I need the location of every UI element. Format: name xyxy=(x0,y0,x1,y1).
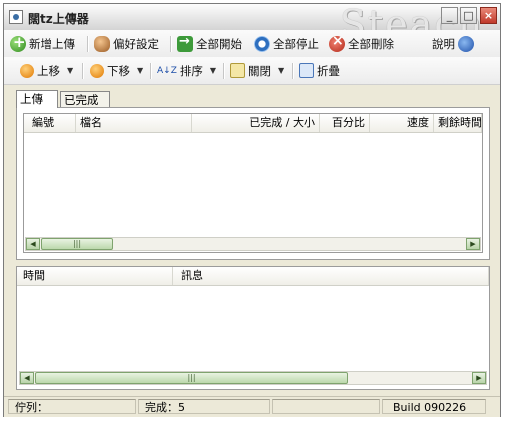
collapse-label: 折疊 xyxy=(317,63,340,78)
add-upload-button[interactable]: 新增上傳 xyxy=(10,33,75,53)
minimize-button[interactable]: _ xyxy=(441,7,458,24)
down-arrow-icon xyxy=(90,63,104,78)
tab-upload[interactable]: 上傳 xyxy=(16,90,58,108)
close-button[interactable]: × xyxy=(480,7,497,24)
upload-list-panel: 編號 檔名 已完成 / 大小 百分比 速度 剩餘時間 ◀ ||| ▶ xyxy=(16,107,490,260)
people-icon xyxy=(94,35,110,52)
title-bar: 闊tz上傳器 Steach _ □ × xyxy=(4,2,500,46)
app-window: 闊tz上傳器 Steach _ □ × 新增上傳 偏好設定 全部開始 全部停止 … xyxy=(3,2,501,417)
up-arrow-icon xyxy=(20,63,34,78)
dropdown-caret-icon: ▼ xyxy=(278,66,285,75)
scroll-thumb[interactable]: ||| xyxy=(35,372,348,384)
dropdown-caret-icon: ▼ xyxy=(137,66,144,75)
close-item-label: 關閉 xyxy=(248,63,271,78)
scroll-thumb[interactable]: ||| xyxy=(41,238,113,250)
upload-list-scrollbar[interactable]: ◀ ||| ▶ xyxy=(25,237,481,251)
arrow-right-icon xyxy=(177,34,193,52)
move-down-label: 下移 xyxy=(107,63,130,78)
start-all-button[interactable]: 全部開始 xyxy=(177,34,242,53)
column-header-percent[interactable]: 百分比 xyxy=(320,114,370,132)
collapse-button[interactable]: 折疊 xyxy=(299,61,340,80)
delete-icon xyxy=(329,33,345,52)
move-down-button[interactable]: 下移 ▼ xyxy=(90,61,143,80)
stop-all-button[interactable]: 全部停止 xyxy=(254,34,319,53)
maximize-button[interactable]: □ xyxy=(460,7,477,24)
delete-all-label: 全部刪除 xyxy=(348,36,394,51)
toolbar-separator xyxy=(82,63,84,79)
build-version: Build 090226 xyxy=(382,399,486,414)
sort-label: 排序 xyxy=(179,63,203,78)
move-up-label: 上移 xyxy=(37,63,60,78)
scroll-left-button[interactable]: ◀ xyxy=(26,238,40,250)
status-bar: 佇列： 完成：5 Build 090226 xyxy=(4,396,500,417)
completed-status: 完成：5 xyxy=(138,399,270,414)
status-blank xyxy=(272,399,380,414)
add-upload-label: 新增上傳 xyxy=(29,36,75,51)
close-item-button[interactable]: 關閉 ▼ xyxy=(230,61,284,80)
preferences-label: 偏好設定 xyxy=(113,36,159,51)
toolbar-separator xyxy=(150,63,152,79)
tab-completed[interactable]: 已完成 xyxy=(60,91,110,108)
sort-button[interactable]: A↓Z 排序 ▼ xyxy=(157,61,216,80)
about-label: 說明 xyxy=(432,36,455,51)
column-header-speed[interactable]: 速度 xyxy=(370,114,434,132)
scroll-right-button[interactable]: ▶ xyxy=(472,372,486,384)
column-header-remaining[interactable]: 剩餘時間 xyxy=(434,114,482,132)
dropdown-caret-icon: ▼ xyxy=(209,66,217,75)
sort-icon: A↓Z xyxy=(157,65,177,76)
column-header-size[interactable]: 已完成 / 大小 xyxy=(192,114,320,132)
info-icon xyxy=(458,35,474,52)
column-header-filename[interactable]: 檔名 xyxy=(76,114,192,132)
log-list-header: 時間 訊息 xyxy=(17,267,489,286)
preferences-button[interactable]: 偏好設定 xyxy=(94,34,159,53)
folder-icon xyxy=(230,63,245,78)
column-header-number[interactable]: 編號 xyxy=(24,114,76,132)
log-list-scrollbar[interactable]: ◀ ||| ▶ xyxy=(19,371,487,385)
scroll-left-button[interactable]: ◀ xyxy=(20,372,34,384)
column-header-message[interactable]: 訊息 xyxy=(173,267,489,285)
app-icon xyxy=(9,10,23,24)
toolbar-separator xyxy=(170,36,172,52)
stop-all-label: 全部停止 xyxy=(273,36,319,51)
about-button[interactable]: 說明 xyxy=(432,34,474,53)
plus-icon xyxy=(10,33,26,52)
window-icon xyxy=(299,63,314,78)
stop-icon xyxy=(254,35,270,52)
queue-status: 佇列： xyxy=(8,399,136,414)
toolbar-separator xyxy=(87,36,89,52)
move-up-button[interactable]: 上移 ▼ xyxy=(20,61,73,80)
log-panel: 時間 訊息 ◀ ||| ▶ xyxy=(16,266,490,390)
toolbar-separator xyxy=(292,63,294,79)
window-title: 闊tz上傳器 xyxy=(28,12,89,26)
main-toolbar: 新增上傳 偏好設定 全部開始 全部停止 全部刪除 說明 xyxy=(4,30,500,58)
dropdown-caret-icon: ▼ xyxy=(67,66,74,75)
upload-list-header: 編號 檔名 已完成 / 大小 百分比 速度 剩餘時間 xyxy=(24,114,482,133)
secondary-toolbar: 上移 ▼ 下移 ▼ A↓Z 排序 ▼ 關閉 ▼ 折疊 xyxy=(4,57,500,85)
delete-all-button[interactable]: 全部刪除 xyxy=(329,33,394,53)
upload-list: 編號 檔名 已完成 / 大小 百分比 速度 剩餘時間 ◀ ||| ▶ xyxy=(23,113,483,253)
column-header-time[interactable]: 時間 xyxy=(17,267,173,285)
toolbar-separator xyxy=(223,63,225,79)
scroll-right-button[interactable]: ▶ xyxy=(466,238,480,250)
start-all-label: 全部開始 xyxy=(196,36,242,51)
